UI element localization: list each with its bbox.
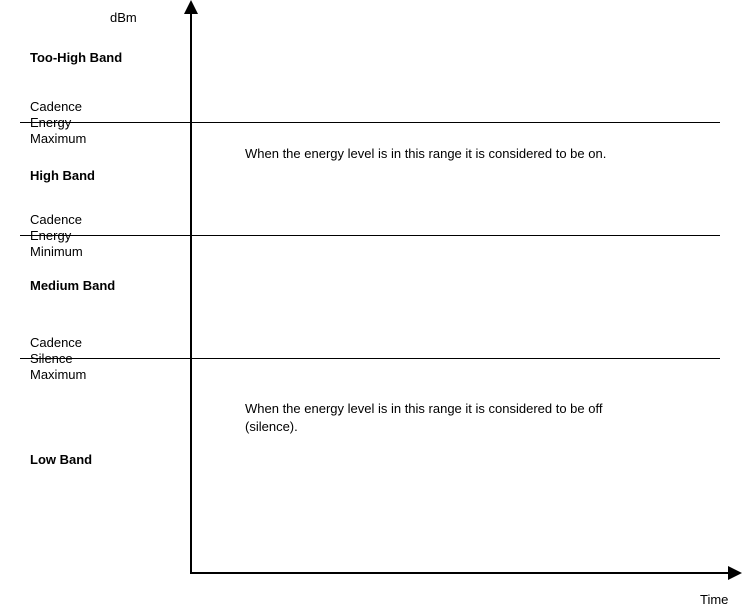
threshold-label-silence-max: Cadence Silence Maximum (30, 335, 185, 383)
threshold-label-energy-min: Cadence Energy Minimum (30, 212, 185, 260)
x-axis-label: Time (700, 592, 728, 607)
energy-band-diagram: dBm Time Too-High Band High Band Medium … (0, 0, 745, 606)
annotation-off-range: When the energy level is in this range i… (245, 400, 625, 436)
y-axis (190, 8, 192, 574)
annotation-on-range: When the energy level is in this range i… (245, 145, 625, 163)
band-label-high: High Band (30, 168, 185, 184)
band-label-low: Low Band (30, 452, 185, 468)
x-axis (190, 572, 730, 574)
band-label-too-high: Too-High Band (30, 50, 185, 66)
band-label-medium: Medium Band (30, 278, 185, 294)
y-axis-arrow-icon (184, 0, 198, 14)
y-axis-label: dBm (110, 10, 137, 25)
x-axis-arrow-icon (728, 566, 742, 580)
threshold-label-energy-max: Cadence Energy Maximum (30, 99, 185, 147)
